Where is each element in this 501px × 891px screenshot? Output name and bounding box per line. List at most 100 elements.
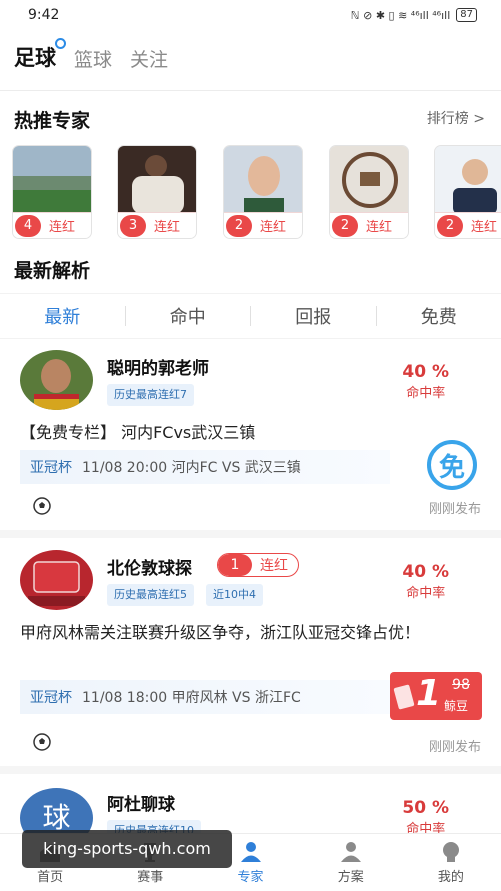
expert-photo — [224, 146, 302, 214]
record-tag: 历史最高连红5 — [107, 584, 194, 606]
league-label: 亚冠杯 — [30, 690, 72, 706]
status-time: 9:42 — [28, 7, 60, 23]
post-separator — [0, 766, 501, 774]
hit-rate-label: 命中率 — [406, 386, 446, 401]
status-icons: ℕ ⊘ ✱ ▯ ≋ ⁴⁶ıll ⁴⁶ıll 87 — [351, 8, 477, 22]
hot-experts-title: 热推专家 — [14, 110, 91, 132]
ticket-icon — [393, 684, 415, 710]
status-indicator-icons: ℕ ⊘ ✱ ▯ ≋ ⁴⁶ıll ⁴⁶ıll — [350, 8, 451, 22]
watermark: king-sports-qwh.com — [22, 830, 232, 868]
hit-rate: 40 % 命中率 — [402, 562, 449, 601]
hit-rate-label: 命中率 — [406, 586, 446, 601]
nav-plans[interactable]: 方案 — [301, 834, 401, 891]
match-info[interactable]: 亚冠杯 11/08 20:00 河内FC VS 武汉三镇 — [20, 450, 390, 484]
post-separator — [0, 530, 501, 538]
plan-icon — [340, 842, 361, 862]
price-unit: 鲸豆 — [443, 699, 468, 713]
match-detail: 11/08 20:00 河内FC VS 武汉三镇 — [82, 460, 301, 476]
league-label: 亚冠杯 — [30, 460, 72, 476]
streak-badge: 2 连红 — [330, 212, 408, 238]
expert-card[interactable]: 2 连红 — [329, 145, 409, 239]
author-name: 北伦敦球探 — [107, 559, 192, 579]
divider — [0, 90, 501, 91]
hit-rate-label: 命中率 — [406, 822, 446, 833]
match-info[interactable]: 亚冠杯 11/08 18:00 甲府风林 VS 浙江FC — [20, 680, 390, 714]
avatar: 球 — [20, 788, 93, 833]
author-name: 阿杜聊球 — [107, 795, 175, 815]
original-price: 98 — [452, 677, 470, 693]
post-title[interactable]: 甲府风林需关注联赛升级区争夺，浙江队亚冠交锋占优！ — [20, 620, 481, 646]
tab-free[interactable]: 免费 — [377, 303, 501, 329]
streak-badge: 3 连红 — [118, 212, 196, 238]
nav-matches-label: 赛事 — [137, 870, 164, 885]
streak-count: 1 — [218, 554, 252, 576]
expert-card[interactable]: 4 连红 — [12, 145, 92, 239]
streak-count: 4 — [15, 214, 41, 237]
streak-label: 连红 — [471, 220, 498, 235]
hit-rate: 50 % 命中率 — [402, 798, 449, 833]
battery-icon: 87 — [456, 8, 477, 22]
post-title[interactable]: 【免费专栏】 河内FCvs武汉三镇 — [20, 420, 481, 446]
expert-photo — [13, 146, 91, 214]
publish-time: 刚刚发布 — [428, 740, 481, 755]
price-button[interactable]: 1 98 鲸豆 — [390, 672, 482, 720]
hit-rate-value: 50 % — [402, 798, 449, 818]
active-dot-icon — [55, 38, 66, 49]
analysis-filter-tabs: 最新 命中 回报 免费 — [0, 293, 501, 339]
streak-badge: 1 连红 — [217, 553, 299, 577]
streak-count: 3 — [120, 214, 146, 237]
status-bar: 9:42 ℕ ⊘ ✱ ▯ ≋ ⁴⁶ıll ⁴⁶ıll 87 — [0, 0, 501, 30]
match-detail: 11/08 18:00 甲府风林 VS 浙江FC — [82, 690, 301, 706]
streak-label: 连红 — [154, 220, 181, 235]
football-icon — [33, 733, 51, 751]
tab-football-label: 足球 — [14, 46, 56, 70]
free-icon: 免 — [427, 440, 477, 490]
author-name: 聪明的郭老师 — [107, 359, 209, 379]
expert-icon — [240, 842, 261, 862]
expert-photo — [330, 146, 408, 214]
streak-count: 2 — [332, 214, 358, 237]
latest-analysis-title: 最新解析 — [14, 260, 91, 282]
avatar — [20, 350, 93, 410]
nav-plans-label: 方案 — [337, 870, 364, 885]
expert-card[interactable]: 2 连红 — [223, 145, 303, 239]
tab-hit[interactable]: 命中 — [126, 303, 251, 329]
tab-latest[interactable]: 最新 — [0, 303, 125, 329]
streak-badge: 2 连红 — [435, 212, 501, 238]
hit-rate: 40 % 命中率 — [402, 362, 449, 401]
hit-rate-value: 40 % — [402, 362, 449, 382]
football-icon — [33, 497, 51, 515]
recent-record-tag: 近10中4 — [206, 584, 263, 606]
publish-time: 刚刚发布 — [428, 502, 481, 517]
sport-tabs: 足球 篮球 关注 — [14, 38, 168, 72]
record-tag: 历史最高连红7 — [107, 384, 194, 406]
streak-count: 2 — [226, 214, 252, 237]
streak-count: 2 — [437, 214, 463, 237]
tab-basketball[interactable]: 篮球 — [74, 45, 112, 72]
profile-icon — [442, 842, 459, 862]
streak-label: 连红 — [49, 220, 76, 235]
streak-badge: 4 连红 — [13, 212, 91, 238]
nav-experts-label: 专家 — [237, 870, 264, 885]
streak-label: 连红 — [260, 558, 288, 574]
nav-profile-label: 我的 — [437, 870, 464, 885]
expert-photo — [118, 146, 196, 214]
streak-label: 连红 — [260, 220, 287, 235]
tab-following[interactable]: 关注 — [130, 45, 168, 72]
expert-card[interactable]: 2 连红 — [434, 145, 501, 239]
nav-profile[interactable]: 我的 — [401, 834, 501, 891]
hit-rate-value: 40 % — [402, 562, 449, 582]
avatar — [20, 550, 93, 610]
analysis-post[interactable]: 聪明的郭老师 历史最高连红7 40 % 命中率 【免费专栏】 河内FCvs武汉三… — [0, 340, 501, 530]
expert-card[interactable]: 3 连红 — [117, 145, 197, 239]
streak-badge: 2 连红 — [224, 212, 302, 238]
streak-label: 连红 — [366, 220, 393, 235]
tab-football[interactable]: 足球 — [14, 38, 66, 72]
analysis-post[interactable]: 北伦敦球探 1 连红 历史最高连红5 近10中4 40 % 命中率 甲府风林需关… — [0, 538, 501, 766]
price-value: 1 — [416, 673, 442, 714]
tab-return[interactable]: 回报 — [251, 303, 376, 329]
analysis-post[interactable]: 球 阿杜聊球 历史最高连红10 50 % 命中率 — [0, 774, 501, 833]
hot-experts-carousel[interactable]: 4 连红 3 连红 2 连红 2 连红 2 连红 — [12, 145, 501, 240]
ranking-link[interactable]: 排行榜 > — [427, 108, 485, 128]
expert-photo — [435, 146, 501, 214]
